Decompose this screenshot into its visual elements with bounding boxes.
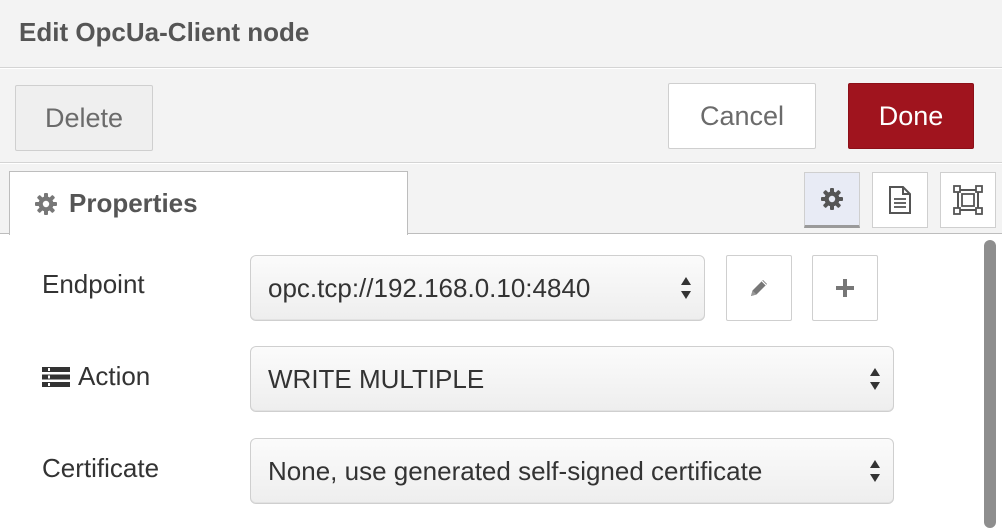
select-arrows-icon bbox=[680, 275, 692, 301]
select-arrows-icon bbox=[869, 458, 881, 484]
certificate-label-text: Certificate bbox=[42, 453, 160, 483]
gear-icon bbox=[820, 187, 844, 211]
dialog-toolbar: Delete Cancel Done bbox=[0, 69, 1002, 163]
list-icon bbox=[42, 366, 70, 388]
select-arrows-icon bbox=[869, 366, 881, 392]
cancel-button[interactable]: Cancel bbox=[668, 83, 816, 149]
endpoint-label-text: Endpoint bbox=[42, 269, 145, 299]
action-label: Action bbox=[42, 361, 150, 392]
delete-button[interactable]: Delete bbox=[15, 85, 153, 151]
endpoint-select[interactable]: opc.tcp://192.168.0.10:4840 bbox=[250, 255, 705, 321]
action-value: WRITE MULTIPLE bbox=[268, 363, 485, 394]
certificate-select[interactable]: None, use generated self-signed certific… bbox=[250, 438, 894, 504]
document-icon bbox=[887, 185, 913, 215]
pencil-icon bbox=[747, 276, 771, 300]
plus-icon bbox=[834, 277, 856, 299]
tab-appearance[interactable] bbox=[940, 172, 996, 228]
gear-icon bbox=[34, 192, 58, 216]
tab-node-properties[interactable] bbox=[804, 172, 860, 228]
tab-properties-label: Properties bbox=[69, 188, 198, 218]
done-button[interactable]: Done bbox=[848, 83, 974, 149]
tab-properties[interactable]: Properties bbox=[9, 171, 408, 235]
endpoint-value: opc.tcp://192.168.0.10:4840 bbox=[268, 272, 591, 303]
scrollbar[interactable] bbox=[984, 240, 996, 528]
edit-endpoint-button[interactable] bbox=[726, 255, 792, 321]
endpoint-label: Endpoint bbox=[42, 269, 145, 300]
tab-description[interactable] bbox=[872, 172, 928, 228]
dialog-header: Edit OpcUa-Client node bbox=[0, 0, 1002, 68]
frame-icon bbox=[952, 184, 984, 216]
certificate-value: None, use generated self-signed certific… bbox=[268, 455, 763, 486]
properties-form: Endpoint opc.tcp://192.168.0.10:4840 Act… bbox=[0, 235, 1002, 528]
action-label-text: Action bbox=[78, 361, 151, 391]
add-endpoint-button[interactable] bbox=[812, 255, 878, 321]
certificate-label: Certificate bbox=[42, 453, 159, 484]
tab-strip: Properties bbox=[0, 164, 1002, 235]
action-select[interactable]: WRITE MULTIPLE bbox=[250, 346, 894, 412]
dialog-title: Edit OpcUa-Client node bbox=[19, 17, 310, 47]
